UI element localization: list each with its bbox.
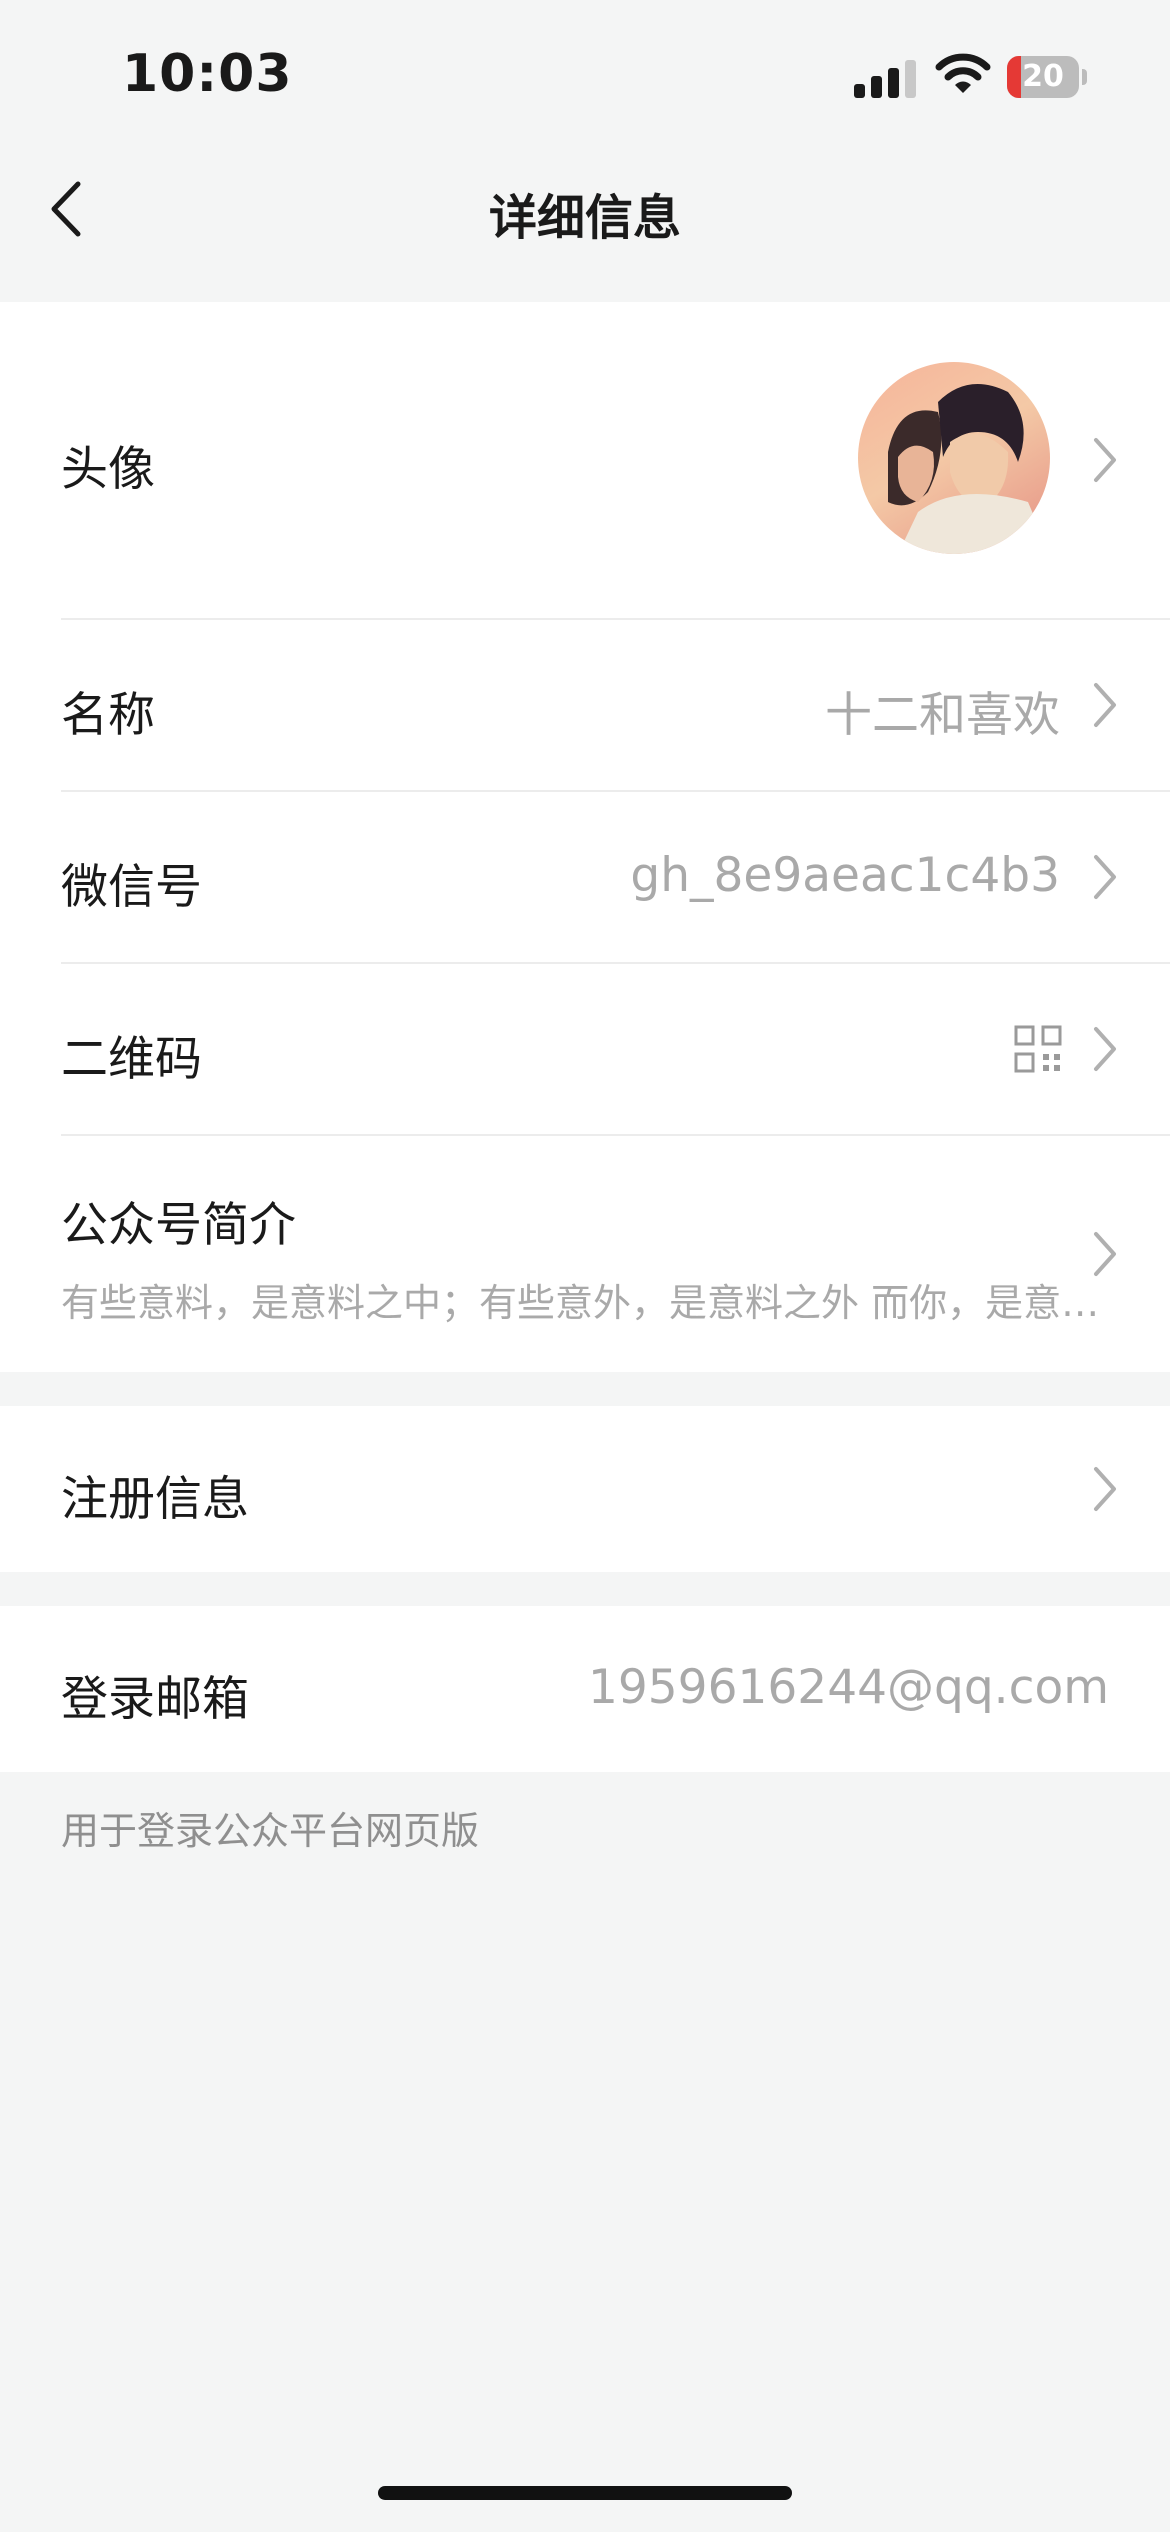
avatar[interactable] [858,362,1050,554]
login-email-value: 1959616244@qq.com [587,1660,1109,1715]
avatar-row[interactable]: 头像 [0,302,1170,618]
login-email-footnote: 用于登录公众平台网页版 [61,1809,480,1853]
status-bar: 10:03 20 [0,0,1170,150]
cellular-signal-icon [854,58,916,98]
status-time: 10:03 [122,44,293,104]
register-info-group: 注册信息 [0,1406,1170,1572]
wechat-id-value: gh_8e9aeac1c4b3 [630,848,1060,903]
profile-info-group: 头像 名称 十二和喜欢 微信号 gh_8e9aeac1c4b3 二维码 公众号简… [0,302,1170,1372]
navigation-bar: 详细信息 [0,150,1170,302]
intro-label: 公众号简介 [61,1198,296,1253]
chevron-right-icon [1094,683,1116,727]
battery-icon: 20 [1007,56,1087,98]
chevron-right-icon [1094,855,1116,899]
chevron-right-icon [1094,1232,1116,1276]
page-title: 详细信息 [488,190,681,246]
name-row[interactable]: 名称 十二和喜欢 [0,620,1170,790]
intro-row[interactable]: 公众号简介 有些意料，是意料之中；有些意外，是意料之外 而你，是意料之外的惊喜 [0,1136,1170,1372]
qrcode-row[interactable]: 二维码 [0,964,1170,1134]
home-indicator[interactable] [378,2486,792,2500]
name-value: 十二和喜欢 [825,688,1060,743]
battery-percent: 20 [1022,59,1064,94]
chevron-right-icon [1094,438,1116,482]
login-email-group: 登录邮箱 1959616244@qq.com [0,1606,1170,1772]
chevron-right-icon [1094,1027,1116,1071]
wechat-id-label: 微信号 [61,860,202,915]
intro-value: 有些意料，是意料之中；有些意外，是意料之外 而你，是意料之外的惊喜 [61,1281,1101,1325]
wifi-icon [935,53,991,93]
login-email-row: 登录邮箱 1959616244@qq.com [0,1606,1170,1772]
qr-code-icon [1014,1025,1062,1073]
register-info-label: 注册信息 [61,1472,249,1527]
name-label: 名称 [61,688,155,743]
qrcode-label: 二维码 [61,1032,202,1087]
avatar-label: 头像 [61,442,155,497]
wechat-id-row[interactable]: 微信号 gh_8e9aeac1c4b3 [0,792,1170,962]
register-info-row[interactable]: 注册信息 [0,1406,1170,1572]
login-email-label: 登录邮箱 [61,1672,249,1727]
chevron-right-icon [1094,1467,1116,1511]
